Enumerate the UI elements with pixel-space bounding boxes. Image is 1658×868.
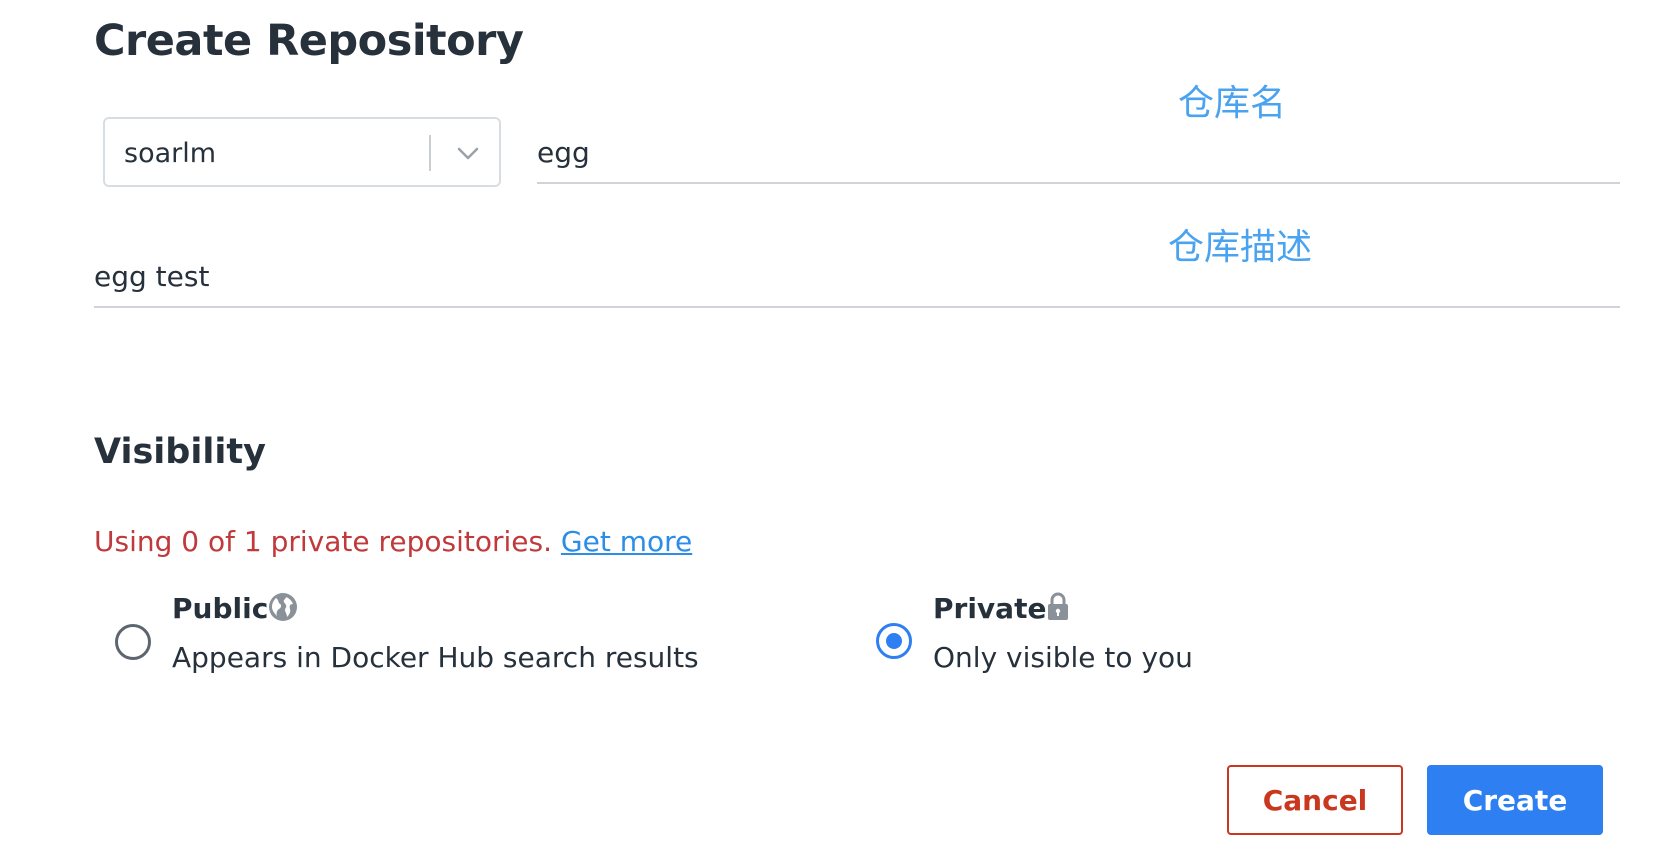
private-usage-text: Using 0 of 1 private repositories. Get m… xyxy=(94,525,692,558)
public-option-description: Appears in Docker Hub search results xyxy=(172,641,699,674)
lock-icon xyxy=(1048,592,1068,620)
public-radio[interactable] xyxy=(115,624,151,660)
public-option-title: Public xyxy=(172,592,269,625)
select-divider xyxy=(429,135,431,171)
chevron-down-icon[interactable] xyxy=(454,141,482,165)
annotation-repo-name: 仓库名 xyxy=(1178,83,1287,124)
cancel-button[interactable]: Cancel xyxy=(1227,765,1403,835)
visibility-title: Visibility xyxy=(94,432,266,472)
repository-description-value: egg test xyxy=(94,260,210,293)
namespace-value: soarlm xyxy=(124,138,217,169)
globe-icon xyxy=(269,593,297,621)
private-option-title: Private xyxy=(933,592,1047,625)
create-button[interactable]: Create xyxy=(1427,765,1603,835)
private-option-description: Only visible to you xyxy=(933,641,1193,674)
get-more-link[interactable]: Get more xyxy=(561,525,692,558)
repository-description-input[interactable]: egg test xyxy=(94,252,1620,308)
usage-message: Using 0 of 1 private repositories. xyxy=(94,525,553,558)
private-radio[interactable] xyxy=(876,623,912,659)
repository-name-input[interactable]: egg xyxy=(537,126,1620,184)
namespace-select[interactable]: soarlm xyxy=(103,117,501,187)
page-title: Create Repository xyxy=(94,16,524,66)
repository-name-value: egg xyxy=(537,136,590,169)
